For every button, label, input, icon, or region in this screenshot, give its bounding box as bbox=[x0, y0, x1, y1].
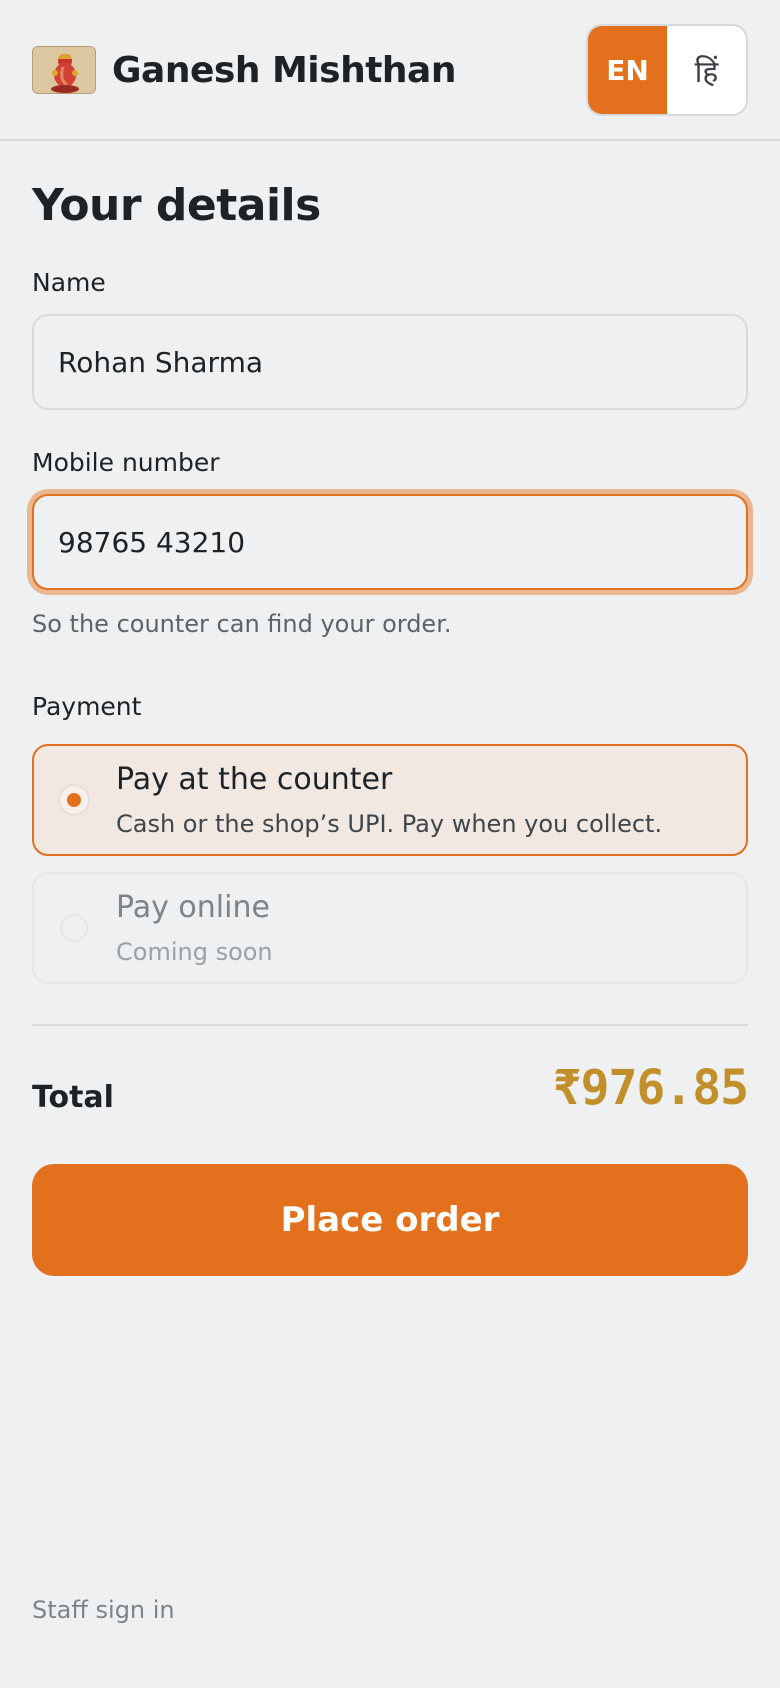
brand-name: Ganesh Mishthan bbox=[112, 50, 456, 91]
lang-en-button[interactable]: EN bbox=[588, 26, 667, 114]
payment-option-counter[interactable]: Pay at the counter Cash or the shop’s UP… bbox=[32, 744, 748, 856]
payment-option-title: Pay at the counter bbox=[116, 762, 393, 797]
mobile-field[interactable] bbox=[32, 494, 748, 590]
mobile-input[interactable] bbox=[58, 525, 722, 559]
page-title: Your details bbox=[32, 180, 321, 231]
payment-label: Payment bbox=[32, 692, 142, 721]
payment-option-subtitle: Coming soon bbox=[116, 938, 273, 966]
name-field[interactable] bbox=[32, 314, 748, 410]
radio-unselected-icon bbox=[60, 914, 88, 942]
total-value: ₹976.85 bbox=[552, 1060, 749, 1116]
lang-hi-button[interactable]: हिं bbox=[667, 26, 746, 114]
name-input[interactable] bbox=[58, 345, 722, 379]
radio-selected-icon[interactable] bbox=[60, 786, 88, 814]
language-switcher: EN हिं bbox=[586, 24, 748, 116]
payment-option-online: Pay online Coming soon bbox=[32, 872, 748, 984]
checkout-page: Ganesh Mishthan EN हिं Your details Name… bbox=[0, 0, 780, 1688]
name-label: Name bbox=[32, 268, 106, 297]
mobile-hint: So the counter can find your order. bbox=[32, 610, 452, 638]
divider bbox=[32, 1024, 748, 1026]
place-order-button[interactable]: Place order bbox=[32, 1164, 748, 1276]
total-label: Total bbox=[32, 1080, 114, 1115]
payment-option-subtitle: Cash or the shop’s UPI. Pay when you col… bbox=[116, 810, 663, 838]
mobile-label: Mobile number bbox=[32, 448, 220, 477]
app-header: Ganesh Mishthan EN हिं bbox=[0, 0, 780, 141]
ganesha-icon bbox=[32, 46, 96, 94]
payment-option-title: Pay online bbox=[116, 890, 270, 925]
staff-sign-in-link[interactable]: Staff sign in bbox=[32, 1596, 175, 1624]
